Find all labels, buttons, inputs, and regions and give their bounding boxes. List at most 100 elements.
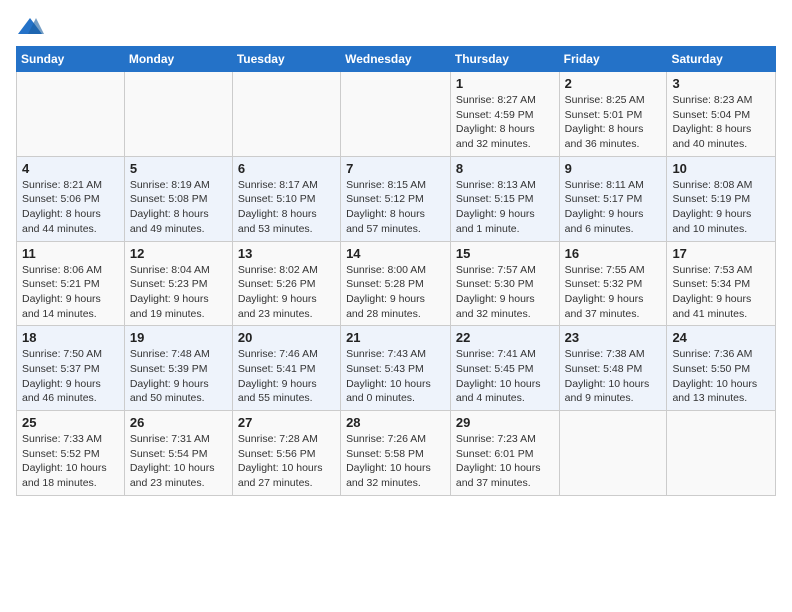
day-info: Sunrise: 7:28 AM Sunset: 5:56 PM Dayligh… bbox=[238, 432, 335, 491]
day-info: Sunrise: 8:21 AM Sunset: 5:06 PM Dayligh… bbox=[22, 178, 119, 237]
weekday-header-tuesday: Tuesday bbox=[232, 47, 340, 72]
day-info: Sunrise: 8:11 AM Sunset: 5:17 PM Dayligh… bbox=[565, 178, 662, 237]
day-info: Sunrise: 8:08 AM Sunset: 5:19 PM Dayligh… bbox=[672, 178, 770, 237]
calendar-week-row: 25 Sunrise: 7:33 AM Sunset: 5:52 PM Dayli… bbox=[17, 411, 776, 496]
calendar-cell: 11 Sunrise: 8:06 AM Sunset: 5:21 PM Dayli… bbox=[17, 241, 125, 326]
day-number: 10 bbox=[672, 161, 770, 176]
day-number: 14 bbox=[346, 246, 445, 261]
calendar-cell: 25 Sunrise: 7:33 AM Sunset: 5:52 PM Dayli… bbox=[17, 411, 125, 496]
day-info: Sunrise: 8:15 AM Sunset: 5:12 PM Dayligh… bbox=[346, 178, 445, 237]
day-info: Sunrise: 8:13 AM Sunset: 5:15 PM Dayligh… bbox=[456, 178, 554, 237]
weekday-header-saturday: Saturday bbox=[667, 47, 776, 72]
calendar-cell: 10 Sunrise: 8:08 AM Sunset: 5:19 PM Dayli… bbox=[667, 156, 776, 241]
day-number: 25 bbox=[22, 415, 119, 430]
day-info: Sunrise: 7:43 AM Sunset: 5:43 PM Dayligh… bbox=[346, 347, 445, 406]
day-number: 9 bbox=[565, 161, 662, 176]
calendar-cell: 1 Sunrise: 8:27 AM Sunset: 4:59 PM Daylig… bbox=[450, 72, 559, 157]
calendar-body: 1 Sunrise: 8:27 AM Sunset: 4:59 PM Daylig… bbox=[17, 72, 776, 496]
day-info: Sunrise: 8:27 AM Sunset: 4:59 PM Dayligh… bbox=[456, 93, 554, 152]
calendar-cell: 13 Sunrise: 8:02 AM Sunset: 5:26 PM Dayli… bbox=[232, 241, 340, 326]
day-info: Sunrise: 8:25 AM Sunset: 5:01 PM Dayligh… bbox=[565, 93, 662, 152]
day-info: Sunrise: 7:46 AM Sunset: 5:41 PM Dayligh… bbox=[238, 347, 335, 406]
weekday-header-monday: Monday bbox=[124, 47, 232, 72]
calendar-cell: 8 Sunrise: 8:13 AM Sunset: 5:15 PM Daylig… bbox=[450, 156, 559, 241]
calendar-week-row: 4 Sunrise: 8:21 AM Sunset: 5:06 PM Daylig… bbox=[17, 156, 776, 241]
calendar-cell: 2 Sunrise: 8:25 AM Sunset: 5:01 PM Daylig… bbox=[559, 72, 667, 157]
calendar-cell: 5 Sunrise: 8:19 AM Sunset: 5:08 PM Daylig… bbox=[124, 156, 232, 241]
day-info: Sunrise: 8:04 AM Sunset: 5:23 PM Dayligh… bbox=[130, 263, 227, 322]
day-number: 20 bbox=[238, 330, 335, 345]
calendar-cell: 15 Sunrise: 7:57 AM Sunset: 5:30 PM Dayli… bbox=[450, 241, 559, 326]
day-number: 5 bbox=[130, 161, 227, 176]
day-info: Sunrise: 7:38 AM Sunset: 5:48 PM Dayligh… bbox=[565, 347, 662, 406]
calendar-cell bbox=[559, 411, 667, 496]
calendar-cell: 3 Sunrise: 8:23 AM Sunset: 5:04 PM Daylig… bbox=[667, 72, 776, 157]
day-number: 11 bbox=[22, 246, 119, 261]
day-info: Sunrise: 7:31 AM Sunset: 5:54 PM Dayligh… bbox=[130, 432, 227, 491]
calendar-cell bbox=[232, 72, 340, 157]
calendar-cell: 20 Sunrise: 7:46 AM Sunset: 5:41 PM Dayli… bbox=[232, 326, 340, 411]
calendar-table: SundayMondayTuesdayWednesdayThursdayFrid… bbox=[16, 46, 776, 496]
day-number: 12 bbox=[130, 246, 227, 261]
calendar-cell: 12 Sunrise: 8:04 AM Sunset: 5:23 PM Dayli… bbox=[124, 241, 232, 326]
day-info: Sunrise: 7:55 AM Sunset: 5:32 PM Dayligh… bbox=[565, 263, 662, 322]
calendar-cell: 21 Sunrise: 7:43 AM Sunset: 5:43 PM Dayli… bbox=[341, 326, 451, 411]
day-number: 8 bbox=[456, 161, 554, 176]
weekday-header-wednesday: Wednesday bbox=[341, 47, 451, 72]
calendar-cell: 18 Sunrise: 7:50 AM Sunset: 5:37 PM Dayli… bbox=[17, 326, 125, 411]
day-number: 16 bbox=[565, 246, 662, 261]
day-number: 19 bbox=[130, 330, 227, 345]
day-number: 13 bbox=[238, 246, 335, 261]
calendar-cell: 24 Sunrise: 7:36 AM Sunset: 5:50 PM Dayli… bbox=[667, 326, 776, 411]
day-info: Sunrise: 7:48 AM Sunset: 5:39 PM Dayligh… bbox=[130, 347, 227, 406]
logo bbox=[16, 16, 48, 38]
weekday-row: SundayMondayTuesdayWednesdayThursdayFrid… bbox=[17, 47, 776, 72]
day-number: 15 bbox=[456, 246, 554, 261]
calendar-cell bbox=[667, 411, 776, 496]
day-info: Sunrise: 7:57 AM Sunset: 5:30 PM Dayligh… bbox=[456, 263, 554, 322]
calendar-cell: 4 Sunrise: 8:21 AM Sunset: 5:06 PM Daylig… bbox=[17, 156, 125, 241]
calendar-cell: 7 Sunrise: 8:15 AM Sunset: 5:12 PM Daylig… bbox=[341, 156, 451, 241]
page-header bbox=[16, 16, 776, 38]
day-info: Sunrise: 8:23 AM Sunset: 5:04 PM Dayligh… bbox=[672, 93, 770, 152]
calendar-cell: 22Sunrise: 7:41 AM Sunset: 5:45 PM Dayli… bbox=[450, 326, 559, 411]
logo-icon bbox=[16, 16, 44, 38]
day-number: 26 bbox=[130, 415, 227, 430]
calendar-week-row: 18 Sunrise: 7:50 AM Sunset: 5:37 PM Dayli… bbox=[17, 326, 776, 411]
day-number: 24 bbox=[672, 330, 770, 345]
day-info: Sunrise: 8:06 AM Sunset: 5:21 PM Dayligh… bbox=[22, 263, 119, 322]
day-info: Sunrise: 7:33 AM Sunset: 5:52 PM Dayligh… bbox=[22, 432, 119, 491]
weekday-header-sunday: Sunday bbox=[17, 47, 125, 72]
day-info: Sunrise: 7:53 AM Sunset: 5:34 PM Dayligh… bbox=[672, 263, 770, 322]
calendar-cell bbox=[124, 72, 232, 157]
calendar-cell: 26 Sunrise: 7:31 AM Sunset: 5:54 PM Dayli… bbox=[124, 411, 232, 496]
calendar-cell: 27Sunrise: 7:28 AM Sunset: 5:56 PM Dayli… bbox=[232, 411, 340, 496]
calendar-cell bbox=[341, 72, 451, 157]
day-number: 7 bbox=[346, 161, 445, 176]
day-number: 6 bbox=[238, 161, 335, 176]
day-info: Sunrise: 8:19 AM Sunset: 5:08 PM Dayligh… bbox=[130, 178, 227, 237]
day-info: Sunrise: 7:26 AM Sunset: 5:58 PM Dayligh… bbox=[346, 432, 445, 491]
day-number: 21 bbox=[346, 330, 445, 345]
calendar-cell: 14Sunrise: 8:00 AM Sunset: 5:28 PM Dayli… bbox=[341, 241, 451, 326]
day-info: Sunrise: 7:50 AM Sunset: 5:37 PM Dayligh… bbox=[22, 347, 119, 406]
day-info: Sunrise: 7:36 AM Sunset: 5:50 PM Dayligh… bbox=[672, 347, 770, 406]
weekday-header-friday: Friday bbox=[559, 47, 667, 72]
calendar-cell bbox=[17, 72, 125, 157]
day-number: 23 bbox=[565, 330, 662, 345]
calendar-week-row: 11 Sunrise: 8:06 AM Sunset: 5:21 PM Dayli… bbox=[17, 241, 776, 326]
day-number: 18 bbox=[22, 330, 119, 345]
calendar-cell: 17Sunrise: 7:53 AM Sunset: 5:34 PM Dayli… bbox=[667, 241, 776, 326]
day-number: 2 bbox=[565, 76, 662, 91]
calendar-cell: 23 Sunrise: 7:38 AM Sunset: 5:48 PM Dayli… bbox=[559, 326, 667, 411]
calendar-cell: 9 Sunrise: 8:11 AM Sunset: 5:17 PM Daylig… bbox=[559, 156, 667, 241]
calendar-cell: 28 Sunrise: 7:26 AM Sunset: 5:58 PM Dayli… bbox=[341, 411, 451, 496]
day-number: 3 bbox=[672, 76, 770, 91]
calendar-cell: 19 Sunrise: 7:48 AM Sunset: 5:39 PM Dayli… bbox=[124, 326, 232, 411]
day-number: 4 bbox=[22, 161, 119, 176]
day-number: 1 bbox=[456, 76, 554, 91]
day-number: 28 bbox=[346, 415, 445, 430]
day-info: Sunrise: 8:02 AM Sunset: 5:26 PM Dayligh… bbox=[238, 263, 335, 322]
day-number: 29 bbox=[456, 415, 554, 430]
calendar-week-row: 1 Sunrise: 8:27 AM Sunset: 4:59 PM Daylig… bbox=[17, 72, 776, 157]
